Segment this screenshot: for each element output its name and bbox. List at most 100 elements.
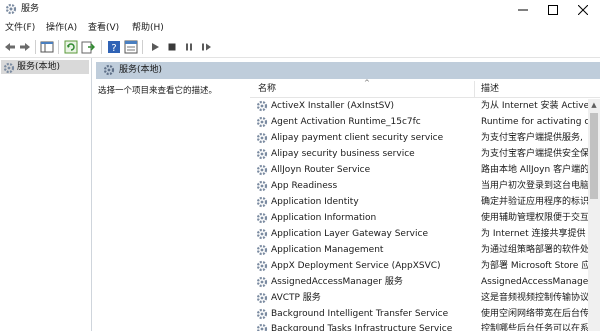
toolbar-separator [101, 40, 102, 54]
play-icon [152, 43, 159, 51]
window-title: 服务 [21, 4, 40, 14]
toolbar-separator [142, 40, 143, 54]
gear-icon [256, 180, 268, 192]
service-description: 路由本地 AllJoyn 客户端的 [481, 165, 590, 175]
service-row[interactable]: Application Management 为通过组策略部署的软件处 [250, 242, 600, 258]
stop-icon [168, 43, 176, 51]
menu-action[interactable]: 操作(A) [46, 22, 77, 34]
service-description: 为部署 Microsoft Store 应 [481, 261, 591, 271]
minimize-button[interactable] [508, 0, 538, 19]
service-row[interactable]: AppX Deployment Service (AppXSVC) 为部署 Mi… [250, 258, 600, 274]
scrollbar-thumb[interactable] [590, 113, 598, 199]
export-list-button[interactable] [81, 40, 95, 54]
service-row[interactable]: Application Information 使用辅助管理权限便于交互 [250, 210, 600, 226]
gear-icon [256, 244, 268, 256]
service-row[interactable]: AllJoyn Router Service 路由本地 AllJoyn 客户端的 [250, 162, 600, 178]
service-name: Application Layer Gateway Service [271, 229, 428, 239]
forward-button[interactable] [18, 40, 32, 54]
gear-icon [256, 323, 268, 331]
gear-icon [256, 196, 268, 208]
service-description: Runtime for activating co [481, 117, 591, 127]
start-service-button[interactable] [148, 40, 162, 54]
service-name: AllJoyn Router Service [271, 165, 371, 175]
gear-icon [3, 62, 15, 77]
service-row[interactable]: App Readiness 当用户初次登录到这台电脑 [250, 178, 600, 194]
refresh-icon [64, 40, 78, 54]
service-name: App Readiness [271, 181, 338, 191]
service-name: Application Identity [271, 197, 359, 207]
service-row[interactable]: Alipay payment client security service 为… [250, 130, 600, 146]
service-name: AssignedAccessManager 服务 [271, 277, 403, 287]
service-row[interactable]: Alipay security business service 为支付宝客户端… [250, 146, 600, 162]
tree-item-label: 服务(本地) [17, 62, 61, 72]
column-header-description[interactable]: 描述 [481, 84, 499, 95]
back-button[interactable] [3, 40, 17, 54]
toolbar-separator [58, 40, 59, 54]
service-row[interactable]: Agent Activation Runtime_15c7fc Runtime … [250, 114, 600, 130]
refresh-button[interactable] [64, 40, 78, 54]
gear-icon [256, 276, 268, 288]
pane-title: 服务(本地) [119, 65, 163, 75]
service-name: Agent Activation Runtime_15c7fc [271, 117, 421, 127]
service-name: Background Tasks Infrastructure Service [271, 324, 453, 331]
service-row[interactable]: AVCTP 服务 这是音频视频控制传输协议 [250, 290, 600, 306]
service-description: 当用户初次登录到这台电脑 [481, 181, 590, 191]
service-row[interactable]: AssignedAccessManager 服务 AssignedAccessM… [250, 274, 600, 290]
service-name: Alipay security business service [271, 149, 415, 159]
close-icon [578, 4, 588, 15]
menu-view[interactable]: 查看(V) [88, 22, 119, 34]
gear-icon [256, 292, 268, 304]
gear-icon [256, 228, 268, 240]
properties-button[interactable] [124, 40, 138, 54]
service-description: 为通过组策略部署的软件处 [481, 245, 590, 255]
maximize-icon [548, 4, 558, 15]
service-description: 使用空闲网络带宽在后台传 [481, 309, 590, 319]
restart-service-button[interactable] [199, 40, 213, 54]
service-description: 使用辅助管理权限便于交互 [481, 213, 590, 223]
service-description: AssignedAccessManager [481, 277, 591, 287]
gear-icon [256, 164, 268, 176]
gear-icon [256, 148, 268, 160]
show-hide-console-tree-button[interactable] [40, 40, 54, 54]
service-name: Application Information [271, 213, 377, 223]
console-tree-icon [40, 41, 54, 53]
restart-icon [202, 43, 211, 51]
service-description: 为 Internet 连接共享提供 [481, 229, 586, 239]
gear-icon [256, 260, 268, 272]
pause-service-button[interactable] [182, 40, 196, 54]
export-list-icon [81, 41, 95, 54]
close-button[interactable] [568, 0, 598, 19]
svg-text:?: ? [111, 43, 116, 54]
menu-file[interactable]: 文件(F) [5, 22, 35, 34]
service-name: Background Intelligent Transfer Service [271, 309, 449, 319]
column-header-name[interactable]: 名称 [258, 84, 276, 95]
sort-ascending-icon: ^ [364, 79, 370, 87]
service-name: Alipay payment client security service [271, 133, 444, 143]
service-row[interactable]: Application Layer Gateway Service 为 Inte… [250, 226, 600, 242]
console-tree [0, 58, 92, 331]
maximize-button[interactable] [538, 0, 568, 19]
service-description: 控制哪些后台任务可以在系 [481, 324, 590, 331]
help-icon: ? [108, 41, 120, 54]
service-name: Application Management [271, 245, 384, 255]
service-row[interactable]: Background Intelligent Transfer Service … [250, 306, 600, 322]
service-row[interactable]: ActiveX Installer (AxInstSV) 为从 Internet… [250, 98, 600, 114]
service-description: 为从 Internet 安装 ActiveX [481, 101, 591, 111]
stop-service-button[interactable] [165, 40, 179, 54]
scroll-up-arrow-icon[interactable]: ▲ [588, 99, 600, 111]
menu-help[interactable]: 帮助(H) [132, 22, 164, 34]
service-description: 这是音频视频控制传输协议 [481, 293, 590, 303]
service-row[interactable]: Application Identity 确定并验证应用程序的标识 [250, 194, 600, 210]
list-header [250, 80, 600, 98]
services-app-icon [5, 3, 17, 15]
column-separator[interactable] [474, 81, 475, 97]
forward-arrow-icon [20, 43, 30, 51]
back-arrow-icon [5, 43, 15, 51]
service-row[interactable]: Background Tasks Infrastructure Service … [250, 321, 600, 331]
help-button[interactable]: ? [107, 40, 121, 54]
toolbar-separator [35, 40, 36, 54]
properties-icon [124, 40, 138, 54]
service-description: 确定并验证应用程序的标识 [481, 197, 590, 207]
service-description: 为支付宝客户端提供服务, [481, 133, 583, 143]
pane-header [96, 62, 600, 79]
